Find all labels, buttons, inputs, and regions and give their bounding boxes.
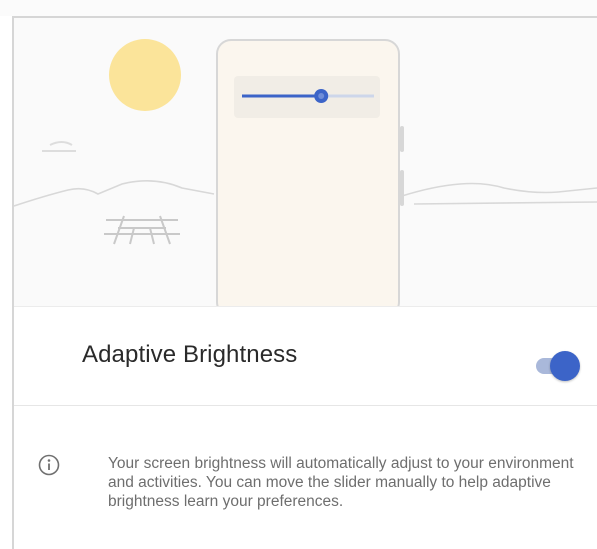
top-strip <box>0 0 597 16</box>
adaptive-brightness-toggle[interactable] <box>534 349 580 383</box>
info-section: Your screen brightness will automaticall… <box>14 406 597 549</box>
picnic-table-icon <box>104 215 180 245</box>
brightness-illustration <box>14 18 597 306</box>
cloud-icon <box>42 141 76 152</box>
adaptive-brightness-setting-row[interactable]: Adaptive Brightness <box>14 307 597 405</box>
adaptive-brightness-card: Adaptive Brightness Your screen brightne… <box>12 16 597 549</box>
slider-thumb-center <box>318 93 325 99</box>
info-description: Your screen brightness will automaticall… <box>108 455 574 510</box>
sun-icon <box>109 39 181 111</box>
phone-icon <box>216 39 404 306</box>
setting-title: Adaptive Brightness <box>82 341 298 368</box>
illustration-scene <box>14 39 597 306</box>
info-icon <box>38 454 60 476</box>
toggle-knob <box>550 351 580 381</box>
